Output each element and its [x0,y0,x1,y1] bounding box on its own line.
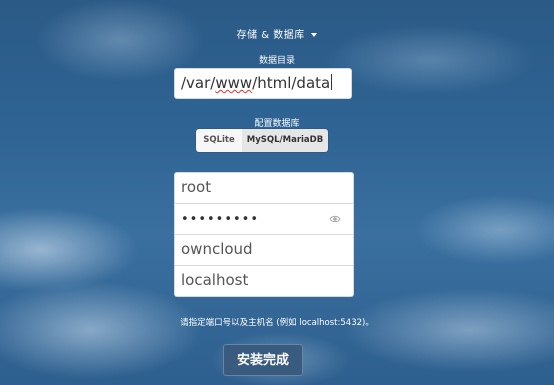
text-cursor [331,74,333,90]
database-type-selector: SQLite MySQL/MariaDB [196,129,328,152]
finish-setup-button[interactable]: 安装完成 [223,344,303,376]
data-directory-input[interactable]: /var/www/html/data [174,68,352,99]
password-mask: ••••••••• [181,212,260,227]
data-directory-prefix: /var/ [181,74,216,92]
db-name-input[interactable]: owncloud [174,234,354,266]
data-directory-misspelled-word: www [215,74,253,92]
storage-database-toggle[interactable]: 存储 & 数据库 [0,26,554,41]
data-directory-suffix: /html/data [252,74,331,92]
configure-database-label: 配置数据库 [254,119,300,129]
db-host-input[interactable]: localhost [174,265,354,297]
host-port-hint: 请指定端口号以及主机名 (例如 localhost:5432)。 [180,318,374,328]
storage-database-label: 存储 & 数据库 [236,30,305,41]
db-password-input[interactable]: ••••••••• [174,203,354,235]
caret-down-icon [311,33,318,37]
database-credentials: root ••••••••• owncloud localhost [174,172,354,297]
db-option-sqlite[interactable]: SQLite [196,129,242,152]
eye-icon[interactable] [329,213,341,225]
data-directory-label: 数据目录 [258,56,295,66]
db-option-mysql-mariadb[interactable]: MySQL/MariaDB [242,129,328,152]
installer-form: 存储 & 数据库 数据目录 /var/www/html/data 配置数据库 S… [0,0,554,385]
db-user-input[interactable]: root [174,172,354,204]
